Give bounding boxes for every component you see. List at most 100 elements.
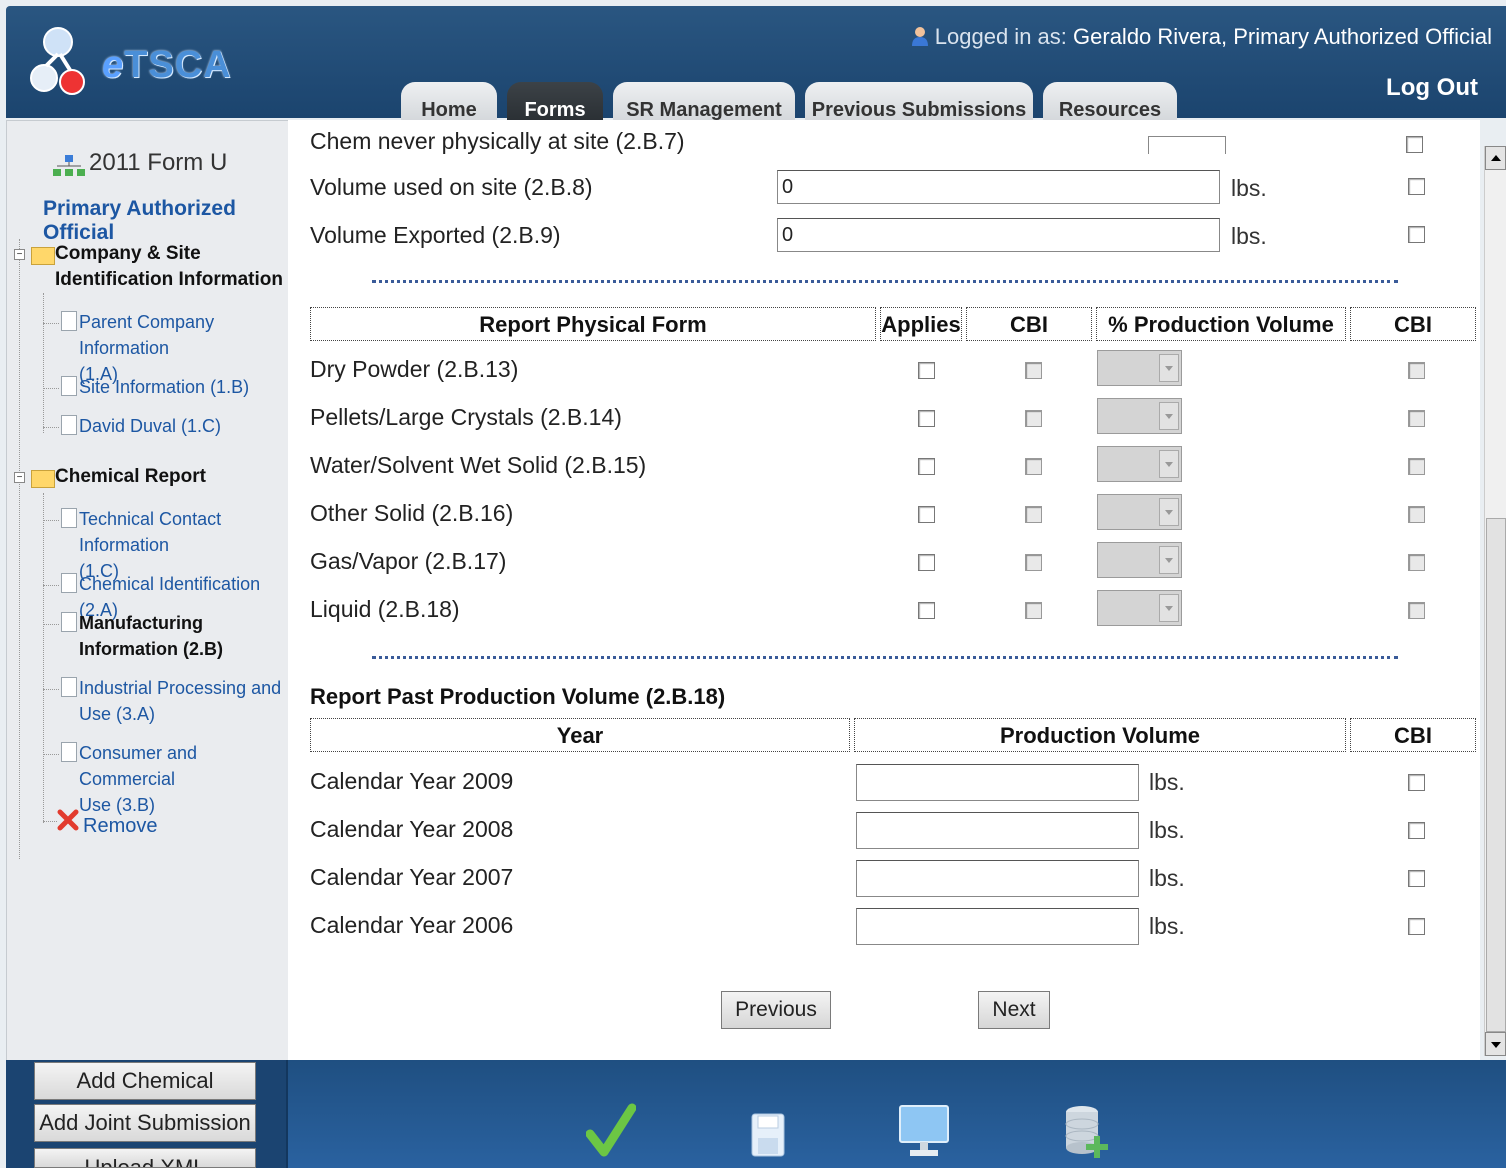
scroll-up-icon[interactable] (1485, 146, 1506, 170)
document-icon (61, 742, 77, 762)
document-icon (61, 677, 77, 697)
content-scrollbar[interactable] (1484, 146, 1506, 1056)
collapse-toggle-icon[interactable]: − (14, 249, 25, 260)
chevron-down-icon (1159, 354, 1179, 382)
save-icon[interactable] (750, 1112, 786, 1158)
physical-form-label: Other Solid (2.B.16) (310, 500, 514, 526)
tree-item-david-duval[interactable]: David Duval (1.C) (79, 413, 221, 439)
header-report-physical-form: Report Physical Form (310, 307, 876, 341)
physical-form-label: Water/Solvent Wet Solid (2.B.15) (310, 452, 647, 478)
percent-cbi-checkbox[interactable] (1408, 506, 1425, 523)
chevron-down-icon (1159, 498, 1179, 526)
tree-item-consumer-commercial[interactable]: Consumer and Commercial Use (3.B) (79, 740, 289, 818)
percent-cbi-checkbox[interactable] (1408, 410, 1425, 427)
document-icon (61, 415, 77, 435)
cbi-checkbox[interactable] (1025, 554, 1042, 571)
cbi-checkbox[interactable] (1025, 602, 1042, 619)
unit-label: lbs. (1149, 817, 1185, 843)
header-cbi: CBI (966, 307, 1092, 341)
cbi-checkbox[interactable] (1025, 458, 1042, 475)
scroll-down-icon[interactable] (1485, 1032, 1506, 1056)
chevron-down-icon (1159, 402, 1179, 430)
production-volume-input[interactable] (856, 812, 1139, 849)
section-divider (372, 280, 1398, 283)
unit-label: lbs. (1149, 913, 1185, 939)
logout-link[interactable]: Log Out (1386, 74, 1478, 102)
cbi-checkbox[interactable] (1408, 822, 1425, 839)
year-label: Calendar Year 2006 (310, 912, 514, 938)
cbi-checkbox[interactable] (1025, 410, 1042, 427)
chevron-down-icon (1159, 450, 1179, 478)
tree-item-manufacturing-information[interactable]: Manufacturing Information (2.B) (79, 610, 223, 662)
cbi-checkbox[interactable] (1408, 870, 1425, 887)
form-content-panel: Chem never physically at site (2.B.7) Vo… (288, 120, 1480, 1060)
add-chemical-button[interactable]: Add Chemical (34, 1062, 256, 1100)
year-label: Calendar Year 2007 (310, 864, 514, 890)
document-icon (61, 376, 77, 396)
cbi-checkbox[interactable] (1025, 362, 1042, 379)
action-toolbar: Add Chemical Add Joint Submission Upload… (6, 1060, 1506, 1168)
percent-volume-select[interactable] (1097, 494, 1182, 530)
tree-folder-company-site[interactable]: Company & Site Identification Information (55, 241, 283, 293)
chevron-down-icon (1159, 546, 1179, 574)
partial-row-select[interactable] (1148, 136, 1226, 154)
header-applies: Applies (880, 307, 962, 341)
production-volume-input[interactable] (856, 860, 1139, 897)
applies-checkbox[interactable] (918, 458, 935, 475)
applies-checkbox[interactable] (918, 410, 935, 427)
collapse-toggle-icon[interactable]: − (14, 472, 25, 483)
percent-cbi-checkbox[interactable] (1408, 602, 1425, 619)
document-icon (61, 573, 77, 593)
scroll-thumb[interactable] (1486, 518, 1506, 1032)
percent-cbi-checkbox[interactable] (1408, 554, 1425, 571)
database-add-icon[interactable] (1064, 1104, 1110, 1164)
tree-item-industrial-processing[interactable]: Industrial Processing and Use (3.A) (79, 675, 281, 727)
tree-item-site-information[interactable]: Site Information (1.B) (79, 374, 249, 400)
physical-form-label: Gas/Vapor (2.B.17) (310, 548, 507, 574)
app-header: eTSCA Logged in as: Geraldo Rivera, Prim… (6, 6, 1506, 138)
production-volume-input[interactable] (856, 764, 1139, 801)
upload-xml-button[interactable]: Upload XML (34, 1148, 256, 1168)
header-production-volume: Production Volume (854, 718, 1346, 752)
cbi-checkbox[interactable] (1408, 774, 1425, 791)
cbi-checkbox[interactable] (1408, 918, 1425, 935)
form-navigation-sidebar: 2011 Form U Primary Authorized Official … (6, 120, 300, 1062)
percent-volume-select[interactable] (1097, 350, 1182, 386)
partial-row-cbi-checkbox[interactable] (1406, 136, 1423, 153)
percent-cbi-checkbox[interactable] (1408, 458, 1425, 475)
percent-volume-select[interactable] (1097, 398, 1182, 434)
folder-icon (31, 470, 55, 488)
percent-volume-select[interactable] (1097, 542, 1182, 578)
next-button[interactable]: Next (978, 991, 1050, 1029)
volume-used-cbi-checkbox[interactable] (1408, 178, 1425, 195)
remove-link[interactable]: Remove (83, 813, 157, 839)
partial-row-label: Chem never physically at site (2.B.7) (310, 128, 685, 154)
header-year: Year (310, 718, 850, 752)
add-joint-submission-button[interactable]: Add Joint Submission (34, 1104, 256, 1142)
percent-cbi-checkbox[interactable] (1408, 362, 1425, 379)
year-label: Calendar Year 2008 (310, 816, 514, 842)
production-volume-input[interactable] (856, 908, 1139, 945)
header-percent-production-volume: % Production Volume (1096, 307, 1346, 341)
volume-exported-cbi-checkbox[interactable] (1408, 226, 1425, 243)
document-icon (61, 612, 77, 632)
year-label: Calendar Year 2009 (310, 768, 514, 794)
previous-button[interactable]: Previous (721, 991, 831, 1029)
monitor-icon[interactable] (898, 1104, 950, 1160)
form-title: 2011 Form U (89, 149, 228, 176)
tree-folder-chemical-report[interactable]: Chemical Report (55, 464, 206, 490)
unit-label: lbs. (1149, 865, 1185, 891)
physical-form-label: Dry Powder (2.B.13) (310, 356, 519, 382)
applies-checkbox[interactable] (918, 554, 935, 571)
cbi-checkbox[interactable] (1025, 506, 1042, 523)
user-icon (911, 27, 928, 46)
volume-exported-input[interactable]: 0 (777, 218, 1220, 252)
volume-used-input[interactable]: 0 (777, 170, 1220, 204)
applies-checkbox[interactable] (918, 506, 935, 523)
section-divider (372, 656, 1398, 659)
percent-volume-select[interactable] (1097, 590, 1182, 626)
applies-checkbox[interactable] (918, 362, 935, 379)
applies-checkbox[interactable] (918, 602, 935, 619)
percent-volume-select[interactable] (1097, 446, 1182, 482)
checkmark-icon[interactable] (586, 1102, 636, 1160)
